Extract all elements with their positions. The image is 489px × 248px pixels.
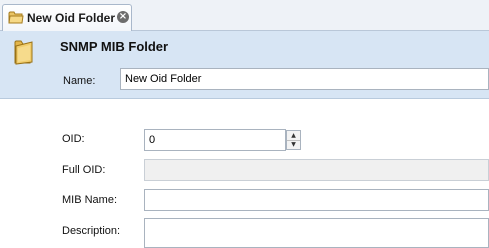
name-field[interactable]: New Oid Folder: [120, 68, 489, 90]
mib-name-field[interactable]: [144, 189, 489, 211]
tab-new-oid-folder[interactable]: New Oid Folder ×: [2, 4, 132, 31]
folder-icon: [8, 11, 24, 24]
name-label: Name:: [63, 75, 96, 87]
description-field[interactable]: [144, 218, 489, 248]
mib-name-label: MIB Name:: [62, 194, 118, 206]
oid-input[interactable]: 0: [144, 129, 286, 151]
spin-down-icon[interactable]: ▼: [287, 140, 300, 149]
description-label: Description:: [62, 225, 121, 237]
tab-strip: New Oid Folder ×: [0, 0, 489, 31]
tab-title: New Oid Folder: [27, 11, 116, 25]
oid-spinner[interactable]: ▲ ▼: [286, 130, 301, 150]
oid-label: OID:: [62, 133, 85, 145]
page-title: SNMP MIB Folder: [60, 39, 169, 54]
full-oid-label: Full OID:: [62, 164, 106, 176]
close-icon[interactable]: ×: [117, 11, 129, 23]
full-oid-field: [144, 159, 489, 181]
folder-header: SNMP MIB Folder Name: New Oid Folder: [0, 31, 489, 99]
folder-icon: [14, 40, 33, 65]
